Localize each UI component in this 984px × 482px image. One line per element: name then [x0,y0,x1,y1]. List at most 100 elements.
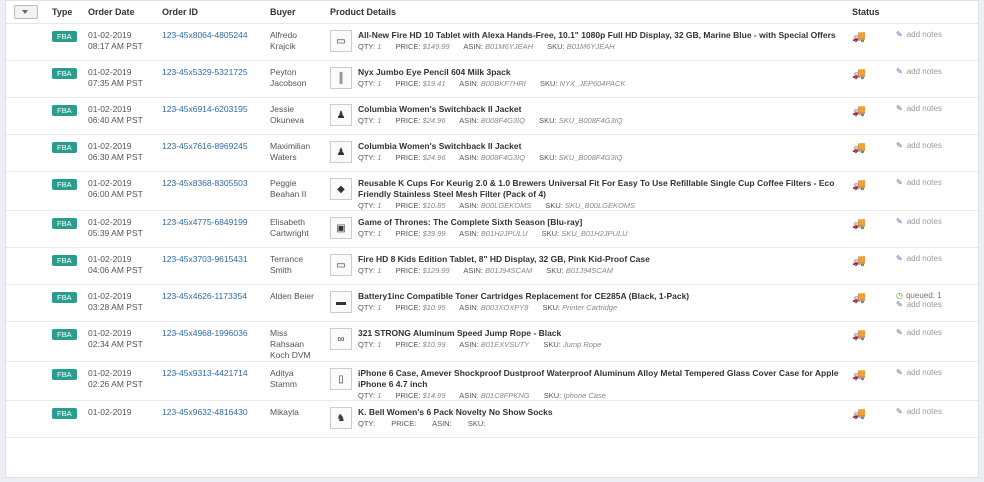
product-thumbnail[interactable]: ♞ [330,407,352,429]
order-id-link[interactable]: 123-45x8368-8305503 [162,178,248,188]
product-thumbnail[interactable]: ∞ [330,328,352,350]
product-title[interactable]: Battery1inc Compatible Toner Cartridges … [358,291,689,302]
order-id-link[interactable]: 123-45x9313-4421714 [162,368,248,378]
product-thumbnail[interactable]: ◆ [330,178,352,200]
table-row[interactable]: FBA 01-02-2019 04:06 AM PST 123-45x3703-… [6,247,978,285]
type-cell: FBA [48,23,84,61]
col-buyer[interactable]: Buyer [266,1,326,24]
add-notes-button[interactable]: ✎ add notes [896,104,974,113]
add-notes-button[interactable]: ✎ add notes [896,368,974,377]
product-title[interactable]: Game of Thrones: The Complete Sixth Seas… [358,217,628,228]
product-title[interactable]: Fire HD 8 Kids Edition Tablet, 8" HD Dis… [358,254,650,265]
order-id-link[interactable]: 123-45x8064-4805244 [162,30,248,40]
product-title[interactable]: Reusable K Cups For Keurig 2.0 & 1.0 Bre… [358,178,844,200]
col-status[interactable]: Status [848,1,892,24]
truck-icon[interactable]: 🚚 [852,31,866,43]
product-thumbnail[interactable]: ▬ [330,291,352,313]
notes-cell: ✎ add notes [892,97,978,135]
add-notes-button[interactable]: ✎ add notes [896,254,974,263]
product-thumbnail[interactable]: ▯ [330,368,352,390]
add-notes-button[interactable]: ✎ add notes [896,67,974,76]
qty-value: 1 [377,79,382,88]
kcup-icon: ◆ [337,183,345,195]
add-notes-button[interactable]: ✎ add notes [896,328,974,337]
add-notes-button[interactable]: ✎ add notes [896,217,974,226]
jacket-icon: ♟ [336,146,346,158]
product-thumbnail[interactable]: ♟ [330,104,352,126]
truck-icon[interactable]: 🚚 [852,329,866,341]
product-title[interactable]: iPhone 6 Case, Amever Shockproof Dustpro… [358,368,844,390]
add-notes-button[interactable]: ✎ add notes [896,141,974,150]
price-value: $10.95 [422,303,446,312]
table-row[interactable]: FBA 01-02-2019 02:26 AM PST 123-45x9313-… [6,361,978,401]
truck-icon[interactable]: 🚚 [852,179,866,191]
table-row[interactable]: FBA 01-02-2019 06:00 AM PST 123-45x8368-… [6,171,978,211]
product-title[interactable]: K. Bell Women's 6 Pack Novelty No Show S… [358,407,553,418]
truck-icon[interactable]: 🚚 [852,255,866,267]
table-row[interactable]: FBA 01-02-2019 05:39 AM PST 123-45x4775-… [6,210,978,248]
product-title[interactable]: 321 STRONG Aluminum Speed Jump Rope - Bl… [358,328,601,339]
chevron-down-icon [22,10,28,14]
sku-value: B01M6YJEAH [566,42,615,51]
truck-icon[interactable]: 🚚 [852,292,866,304]
sku-value: SKU_B01H2JPULU [561,229,628,238]
truck-icon[interactable]: 🚚 [852,142,866,154]
add-notes-button[interactable]: ✎ add notes [896,407,974,416]
bulk-select-dropdown[interactable] [14,5,38,19]
product-title[interactable]: Columbia Women's Switchback II Jacket [358,104,623,115]
col-order-date[interactable]: Order Date [84,1,158,24]
select-all-header[interactable] [6,1,48,24]
product-title[interactable]: All-New Fire HD 10 Tablet with Alexa Han… [358,30,836,41]
add-notes-button[interactable]: ✎ add notes [896,178,974,187]
truck-icon[interactable]: 🚚 [852,408,866,420]
product-title[interactable]: Nyx Jumbo Eye Pencil 604 Milk 3pack [358,67,625,78]
type-cell: FBA [48,400,84,438]
qty-value: 1 [377,303,382,312]
product-thumbnail[interactable]: ▭ [330,30,352,52]
notes-cell: ✎ add notes [892,60,978,98]
product-thumbnail[interactable]: ▭ [330,254,352,276]
order-id-link[interactable]: 123-45x4626-1173354 [162,291,247,301]
jump-rope-icon: ∞ [337,333,345,345]
status-cell: 🚚 [848,247,892,285]
row-select-cell [6,171,48,211]
truck-icon[interactable]: 🚚 [852,218,866,230]
product-meta: QTY: PRICE: ASIN: SKU: [358,419,486,428]
product-thumbnail[interactable]: ♟ [330,141,352,163]
date-cell: 01-02-2019 04:06 AM PST [84,247,158,285]
table-row[interactable]: FBA 01-02-2019 07:35 AM PST 123-45x5329-… [6,60,978,98]
product-title[interactable]: Columbia Women's Switchback II Jacket [358,141,623,152]
order-id-link[interactable]: 123-45x4775-6849199 [162,217,248,227]
date-cell: 01-02-2019 06:00 AM PST [84,171,158,211]
col-type[interactable]: Type [48,1,84,24]
truck-icon[interactable]: 🚚 [852,68,866,80]
tablet-icon: ▭ [336,35,346,47]
order-id-link[interactable]: 123-45x7616-8969245 [162,141,248,151]
buyer-name: Alden Beier [270,291,314,301]
order-id-link[interactable]: 123-45x4968-1996036 [162,328,248,338]
col-product-details[interactable]: Product Details [326,1,848,24]
order-id-link[interactable]: 123-45x6914-6203195 [162,104,248,114]
col-order-id[interactable]: Order ID [158,1,266,24]
table-row[interactable]: FBA 01-02-2019 06:30 AM PST 123-45x7616-… [6,134,978,172]
table-row[interactable]: FBA 01-02-2019 06:40 AM PST 123-45x6914-… [6,97,978,135]
table-row[interactable]: FBA 01-02-2019 123-45x9632-4816430 Mikay… [6,400,978,438]
order-id-link[interactable]: 123-45x3703-9615431 [162,254,248,264]
sku-value: Printer Cartridge [562,303,618,312]
table-row[interactable]: FBA 01-02-2019 02:34 AM PST 123-45x4968-… [6,321,978,362]
pencil-icon: ✎ [896,254,903,263]
fba-badge: FBA [52,105,77,116]
add-notes-button[interactable]: ✎ add notes [896,300,974,309]
table-row[interactable]: FBA 01-02-2019 08:17 AM PST 123-45x8064-… [6,23,978,61]
add-notes-button[interactable]: ✎ add notes [896,30,974,39]
product-thumbnail[interactable]: ║ [330,67,352,89]
truck-icon[interactable]: 🚚 [852,105,866,117]
order-id-cell: 123-45x8368-8305503 [158,171,266,211]
product-thumbnail[interactable]: ▣ [330,217,352,239]
qty-value: 1 [377,153,382,162]
order-id-link[interactable]: 123-45x5329-5321725 [162,67,248,77]
truck-icon[interactable]: 🚚 [852,369,866,381]
qty-value: 1 [377,340,382,349]
table-row[interactable]: FBA 01-02-2019 03:28 AM PST 123-45x4626-… [6,284,978,322]
order-id-link[interactable]: 123-45x9632-4816430 [162,407,248,417]
